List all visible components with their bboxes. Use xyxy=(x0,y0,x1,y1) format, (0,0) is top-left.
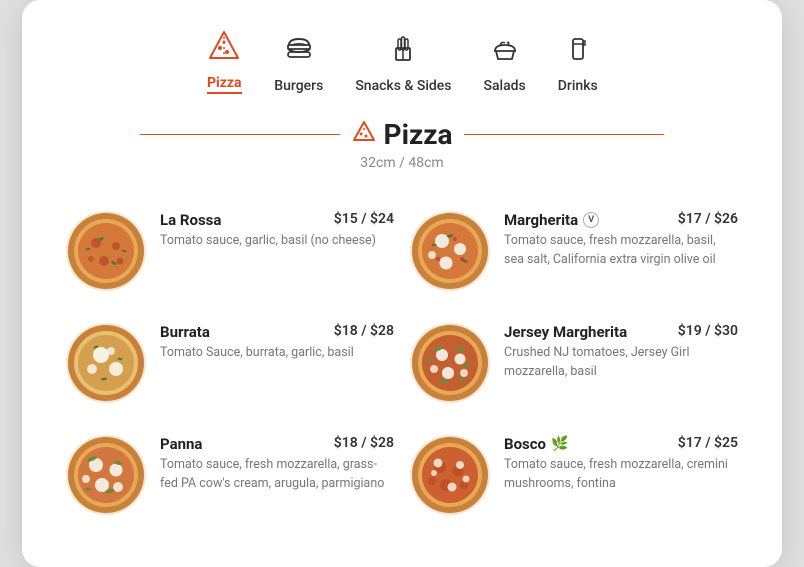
menu-item-bosco: Bosco 🌿 $17 / $25 Tomato sauce, fresh mo… xyxy=(402,419,746,531)
item-price-bosco: $17 / $25 xyxy=(678,435,738,451)
salad-icon xyxy=(487,31,523,72)
item-desc-burrata: Tomato Sauce, burrata, garlic, basil xyxy=(160,344,394,363)
leaf-icon: 🌿 xyxy=(551,436,568,452)
nav-item-pizza[interactable]: Pizza xyxy=(206,28,242,94)
pizza-image-jersey-margherita xyxy=(410,323,490,403)
item-name-panna: Panna xyxy=(160,435,202,453)
nav-item-snacks[interactable]: Snacks & Sides xyxy=(355,31,451,94)
item-price-panna: $18 / $28 xyxy=(334,435,394,451)
pizza-image-burrata xyxy=(66,323,146,403)
section-title: Pizza xyxy=(352,118,453,151)
nav-label-drinks: Drinks xyxy=(558,78,598,94)
item-name-margherita: Margherita V xyxy=(504,211,599,229)
section-header: Pizza xyxy=(58,118,746,151)
item-desc-panna: Tomato sauce, fresh mozzarella, grass-fe… xyxy=(160,456,394,494)
item-info-bosco: Bosco 🌿 $17 / $25 Tomato sauce, fresh mo… xyxy=(504,435,738,494)
menu-item-margherita: Margherita V $17 / $26 Tomato sauce, fre… xyxy=(402,195,746,307)
menu-item-panna: Panna $18 / $28 Tomato sauce, fresh mozz… xyxy=(58,419,402,531)
item-info-la-rossa: La Rossa $15 / $24 Tomato sauce, garlic,… xyxy=(160,211,394,251)
nav-label-snacks: Snacks & Sides xyxy=(355,78,451,94)
pizza-image-margherita xyxy=(410,211,490,291)
menu-item-burrata: Burrata $18 / $28 Tomato Sauce, burrata,… xyxy=(58,307,402,419)
menu-item-jersey-margherita: Jersey Margherita $19 / $30 Crushed NJ t… xyxy=(402,307,746,419)
pizza-image-panna xyxy=(66,435,146,515)
nav-label-salads: Salads xyxy=(484,78,526,94)
pizza-image-la-rossa xyxy=(66,211,146,291)
menu-item-la-rossa: La Rossa $15 / $24 Tomato sauce, garlic,… xyxy=(58,195,402,307)
item-info-margherita: Margherita V $17 / $26 Tomato sauce, fre… xyxy=(504,211,738,270)
section-line-left xyxy=(140,134,340,135)
item-desc-la-rossa: Tomato sauce, garlic, basil (no cheese) xyxy=(160,232,394,251)
pizza-image-bosco xyxy=(410,435,490,515)
item-info-panna: Panna $18 / $28 Tomato sauce, fresh mozz… xyxy=(160,435,394,494)
nav-label-pizza: Pizza xyxy=(207,75,241,94)
section-line-right xyxy=(464,134,664,135)
item-name-la-rossa: La Rossa xyxy=(160,211,221,229)
item-desc-bosco: Tomato sauce, fresh mozzarella, cremini … xyxy=(504,456,738,494)
pizza-icon xyxy=(206,28,242,69)
nav-item-burgers[interactable]: Burgers xyxy=(274,31,323,94)
vegetarian-badge: V xyxy=(583,212,599,228)
section-pizza-icon xyxy=(352,120,376,150)
item-price-jersey-margherita: $19 / $30 xyxy=(678,323,738,339)
item-price-burrata: $18 / $28 xyxy=(334,323,394,339)
nav-item-salads[interactable]: Salads xyxy=(484,31,526,94)
item-desc-margherita: Tomato sauce, fresh mozzarella, basil, s… xyxy=(504,232,738,270)
item-price-margherita: $17 / $26 xyxy=(678,211,738,227)
item-name-bosco: Bosco 🌿 xyxy=(504,435,568,453)
category-nav: Pizza Burgers xyxy=(58,28,746,94)
item-name-burrata: Burrata xyxy=(160,323,210,341)
item-desc-jersey-margherita: Crushed NJ tomatoes, Jersey Girl mozzare… xyxy=(504,344,738,382)
item-name-jersey-margherita: Jersey Margherita xyxy=(504,323,627,341)
item-info-burrata: Burrata $18 / $28 Tomato Sauce, burrata,… xyxy=(160,323,394,363)
menu-grid: La Rossa $15 / $24 Tomato sauce, garlic,… xyxy=(58,195,746,531)
menu-card: Pizza Burgers xyxy=(22,0,782,567)
section-subtitle: 32cm / 48cm xyxy=(58,155,746,171)
nav-label-burgers: Burgers xyxy=(274,78,323,94)
fries-icon xyxy=(385,31,421,72)
drink-icon xyxy=(560,31,596,72)
burger-icon xyxy=(281,31,317,72)
item-info-jersey-margherita: Jersey Margherita $19 / $30 Crushed NJ t… xyxy=(504,323,738,382)
nav-item-drinks[interactable]: Drinks xyxy=(558,31,598,94)
item-price-la-rossa: $15 / $24 xyxy=(334,211,394,227)
